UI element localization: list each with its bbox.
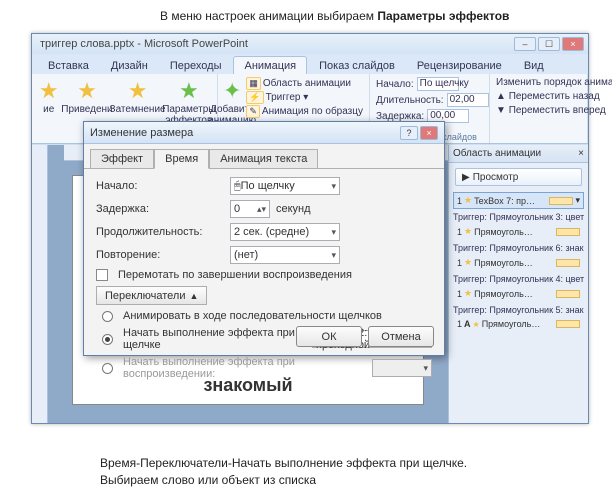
ok-button[interactable]: ОК (296, 326, 362, 347)
dlg-repeat-label: Повторение: (96, 249, 224, 261)
bolt-icon: ⚡ (246, 91, 263, 104)
dlg-delay-unit: секунд (276, 203, 311, 215)
dlg-rewind-checkbox[interactable] (96, 269, 108, 281)
reorder-label: Изменить порядок анимации (496, 77, 581, 88)
star-icon: ★ (464, 195, 472, 206)
star-icon: ★ (464, 257, 472, 268)
duration-spinner[interactable]: 02,00 (447, 93, 489, 107)
pane-title: Область анимации (453, 148, 541, 159)
dialog-help-button[interactable]: ? (400, 126, 418, 140)
anim-item[interactable]: 1 ★ Прямоуголь… (453, 285, 584, 302)
dlg-radio-sequence[interactable] (102, 311, 113, 322)
trigger-heading: Триггер: Прямоугольник 5: знакош (453, 305, 584, 315)
dlg-play-object-select: ▾ (372, 359, 432, 377)
plus-star-icon: ✦ (223, 80, 241, 102)
dlg-start-label: Начало: (96, 180, 224, 192)
anim-item[interactable]: 1 ★ Прямоуголь… (453, 254, 584, 271)
tab-insert[interactable]: Вставка (38, 57, 99, 74)
tab-review[interactable]: Рецензирование (407, 57, 512, 74)
tutorial-caption-top: В меню настроек анимации выбираем Параме… (160, 9, 509, 23)
duration-label: Длительность: (376, 95, 444, 106)
effect-options-dialog: Изменение размера ? × Эффект Время Анима… (83, 121, 445, 356)
dialog-tab-timing[interactable]: Время (154, 149, 209, 169)
star-icon: ★ (179, 80, 199, 102)
tutorial-caption-bottom: Время-Переключатели-Начать выполнение эф… (100, 455, 520, 489)
tab-transitions[interactable]: Переходы (160, 57, 232, 74)
dialog-tab-effect[interactable]: Эффект (90, 149, 154, 169)
dlg-delay-label: Задержка: (96, 203, 224, 215)
trigger-heading: Триггер: Прямоугольник 6: знаком (453, 243, 584, 253)
animation-pane-toggle[interactable]: ▦Область анимации (246, 77, 363, 90)
dlg-duration-select[interactable]: 2 сек. (средне)▾ (230, 223, 340, 241)
preview-button[interactable]: ▶ Просмотр (455, 168, 582, 186)
pane-close-icon[interactable]: × (578, 148, 584, 159)
window-title: триггер слова.pptx - Microsoft PowerPoin… (40, 38, 248, 50)
anim-effect-fade[interactable]: ★Затемнение (114, 77, 160, 118)
anim-item[interactable]: 1 ★ Прямоуголь… (453, 223, 584, 240)
brush-icon: ✎ (246, 105, 260, 118)
tab-slideshow[interactable]: Показ слайдов (309, 57, 405, 74)
animation-pane: Область анимации × ▶ Просмотр 1 ★ TexBox … (448, 145, 588, 423)
tab-view[interactable]: Вид (514, 57, 554, 74)
anim-effect-fly-in[interactable]: ★Приведени (65, 77, 108, 118)
star-icon: ★ (77, 80, 97, 102)
anim-item[interactable]: 1 A★ Прямоуголь… (453, 316, 584, 332)
dialog-title: Изменение размера (90, 127, 193, 139)
dialog-close-button[interactable]: × (420, 126, 438, 140)
dlg-radio-onplay (102, 363, 113, 374)
dlg-repeat-select[interactable]: (нет)▾ (230, 246, 340, 264)
move-earlier[interactable]: ▲ Переместить назад (496, 91, 581, 102)
cancel-button[interactable]: Отмена (368, 326, 434, 347)
dlg-start-select[interactable]: 🖱 По щелчку▾ (230, 177, 340, 195)
start-select[interactable]: По щелчку (417, 77, 459, 91)
ribbon-tabs: Вставка Дизайн Переходы Анимация Показ с… (32, 54, 588, 74)
close-button[interactable]: × (562, 37, 584, 51)
star-icon: ★ (128, 80, 148, 102)
star-icon: ★ (464, 288, 472, 299)
delay-label: Задержка: (376, 111, 424, 122)
tab-animations[interactable]: Анимация (233, 56, 307, 74)
dialog-tab-textanim[interactable]: Анимация текста (209, 149, 318, 169)
dlg-delay-spinner[interactable]: 0▴▾ (230, 200, 270, 218)
anim-effect-none[interactable]: ★ие (38, 77, 59, 118)
anim-item-selected[interactable]: 1 ★ TexBox 7: пр… ▾ (453, 192, 584, 209)
star-icon: ★ (473, 320, 480, 329)
dlg-rewind-label: Перемотать по завершении воспроизведения (118, 269, 352, 281)
dlg-triggers-button[interactable]: Переключатели ▲ (96, 286, 207, 305)
trigger-menu[interactable]: ⚡Триггер ▾ (246, 91, 363, 104)
start-label: Начало: (376, 79, 414, 90)
move-later[interactable]: ▼ Переместить вперед (496, 105, 581, 116)
trigger-heading: Триггер: Прямоугольник 3: цвету (453, 212, 584, 222)
star-icon: ★ (39, 80, 59, 102)
dlg-radio-onclick[interactable] (102, 334, 113, 345)
tab-design[interactable]: Дизайн (101, 57, 158, 74)
window-titlebar: триггер слова.pptx - Microsoft PowerPoin… (32, 34, 588, 54)
trigger-heading: Триггер: Прямоугольник 4: цветный (453, 274, 584, 284)
dlg-duration-label: Продолжительность: (96, 226, 224, 238)
pane-icon: ▦ (246, 77, 261, 90)
animation-painter[interactable]: ✎Анимация по образцу (246, 105, 363, 118)
star-icon: ★ (464, 226, 472, 237)
minimize-button[interactable]: – (514, 37, 536, 51)
vertical-ruler (32, 145, 48, 423)
maximize-button[interactable]: ☐ (538, 37, 560, 51)
